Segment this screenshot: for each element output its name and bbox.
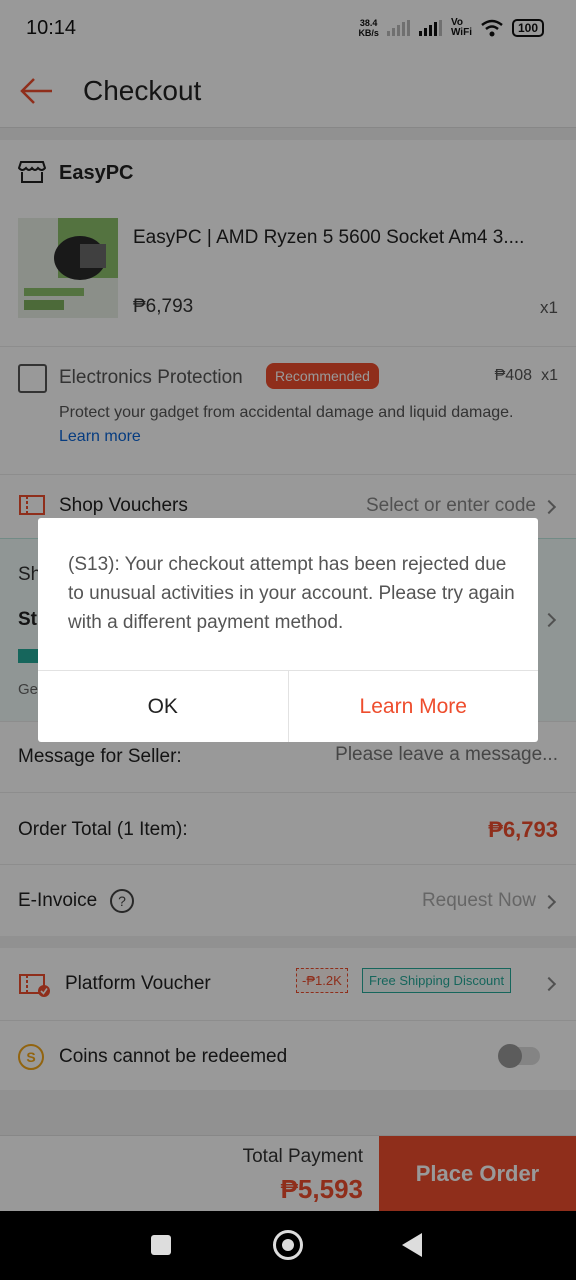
learn-more-button[interactable]: Learn More	[289, 671, 539, 742]
ok-button[interactable]: OK	[38, 671, 289, 742]
back-icon[interactable]	[402, 1233, 422, 1257]
recents-icon[interactable]	[151, 1235, 171, 1255]
system-nav-bar	[0, 1211, 576, 1280]
dialog-actions: OK Learn More	[38, 670, 538, 742]
dialog-message: (S13): Your checkout attempt has been re…	[68, 554, 515, 633]
error-dialog: (S13): Your checkout attempt has been re…	[38, 518, 538, 742]
home-icon[interactable]	[273, 1230, 303, 1260]
